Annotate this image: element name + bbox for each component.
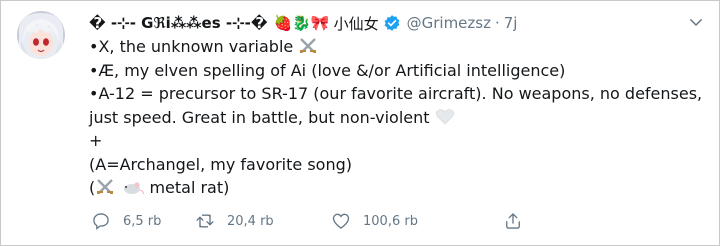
text-line: ( metal rat) (89, 178, 230, 197)
display-name[interactable]: � -⊹- Gℜі⁂⁂es -⊹-� (89, 14, 268, 32)
crossed-swords-icon (300, 38, 317, 53)
text-line: •X, the unknown variable (89, 35, 705, 59)
name-emojis: 🍓🐉🎀 (273, 14, 330, 32)
tweet-actions: 6,5 rb 20,4 rb 100,6 rb (91, 209, 711, 233)
crossed-swords-icon (97, 179, 114, 194)
text-line: (A=Archangel, my favorite song) (89, 154, 352, 174)
tweet-content: � -⊹- Gℜі⁂⁂es -⊹-� 🍓🐉🎀 小仙女 @Grimezsz · 7… (89, 11, 705, 200)
tweet-card[interactable]: � -⊹- Gℜі⁂⁂es -⊹-� 🍓🐉🎀 小仙女 @Grimezsz · 7… (0, 0, 720, 246)
like-button[interactable]: 100,6 rb (331, 209, 418, 233)
text-line: just speed. Great in battle, but non-vio… (89, 106, 705, 130)
timestamp[interactable]: 7j (504, 14, 518, 32)
like-icon (332, 213, 350, 229)
share-icon (506, 213, 520, 229)
like-count: 100,6 rb (363, 213, 418, 229)
chevron-down-icon[interactable] (687, 13, 705, 31)
avatar[interactable] (17, 11, 65, 59)
text-line: + (89, 131, 103, 150)
mouse-icon (124, 182, 145, 195)
text-line: •Æ, my elven spelling of Ai (love &/or A… (89, 60, 566, 80)
white-heart-icon (435, 108, 454, 124)
reply-icon (93, 213, 109, 230)
tweet-text: •X, the unknown variable •Æ, my elven sp… (89, 35, 705, 200)
separator: · (494, 14, 500, 32)
name-cjk: 小仙女 (333, 14, 379, 33)
tweet-header: � -⊹- Gℜі⁂⁂es -⊹-� 🍓🐉🎀 小仙女 @Grimezsz · 7… (89, 11, 705, 35)
reply-button[interactable]: 6,5 rb (91, 209, 161, 233)
reply-count: 6,5 rb (123, 213, 162, 229)
retweet-button[interactable]: 20,4 rb (195, 209, 274, 233)
text-line: •A-12 = precursor to SR-17 (our favorite… (89, 84, 703, 103)
verified-badge-icon (384, 15, 400, 31)
share-button[interactable] (503, 209, 535, 233)
retweet-count: 20,4 rb (227, 213, 274, 229)
retweet-icon (196, 214, 214, 228)
handle[interactable]: @Grimezsz (407, 14, 491, 32)
